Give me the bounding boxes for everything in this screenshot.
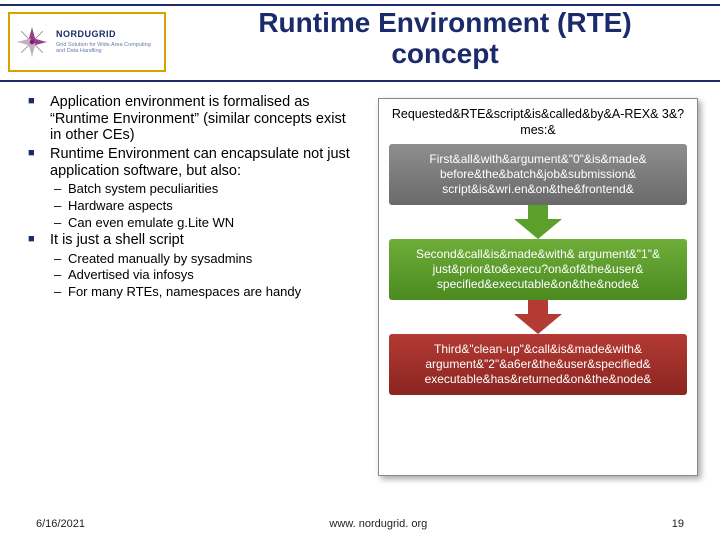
- title-line-1: Runtime Environment (RTE): [258, 7, 631, 38]
- diagram-caption: Requested&RTE&script&is&called&by&A-REX&…: [389, 107, 687, 138]
- bullet-3-sub-3: For many RTEs, namespaces are handy: [50, 284, 360, 300]
- bullet-2-sub-2: Hardware aspects: [50, 198, 360, 214]
- bullet-1: Application environment is formalised as…: [28, 94, 360, 144]
- title-line-2: concept: [391, 38, 498, 69]
- diagram-box-3: Third&"clean-up"&call&is&made&with& argu…: [389, 334, 687, 395]
- bullet-2-sub-1: Batch system peculiarities: [50, 181, 360, 197]
- bullet-2-sub-3: Can even emulate g.Lite WN: [50, 215, 360, 231]
- bullet-2-text: Runtime Environment can encapsulate not …: [50, 146, 350, 179]
- arrow-down-icon: [389, 205, 687, 239]
- bullet-2: Runtime Environment can encapsulate not …: [28, 146, 360, 230]
- logo-brand: NORDUGRID: [56, 30, 160, 39]
- slide-footer: 6/16/2021 www. nordugrid. org 19: [0, 518, 720, 530]
- bullet-3-text: It is just a shell script: [50, 232, 184, 248]
- body-text: Application environment is formalised as…: [28, 94, 360, 302]
- slide-title: Runtime Environment (RTE) concept: [180, 8, 710, 70]
- logo-text: NORDUGRID Grid Solution for Wide Area Co…: [56, 30, 160, 54]
- logo: NORDUGRID Grid Solution for Wide Area Co…: [8, 12, 166, 72]
- bullet-3-sub-2: Advertised via infosys: [50, 267, 360, 283]
- logo-tagline: Grid Solution for Wide Area Computing an…: [56, 42, 160, 54]
- diagram-box-1: First&all&with&argument&"0"&is&made& bef…: [389, 144, 687, 205]
- logo-star-icon: [14, 24, 50, 60]
- footer-page: 19: [672, 518, 684, 530]
- bullet-3-sub-1: Created manually by sysadmins: [50, 251, 360, 267]
- arrow-down-icon: [389, 300, 687, 334]
- footer-url: www. nordugrid. org: [329, 518, 427, 530]
- diagram-box-2: Second&call&is&made&with& argument&"1"& …: [389, 239, 687, 300]
- rte-diagram: Requested&RTE&script&is&called&by&A-REX&…: [378, 98, 698, 476]
- footer-date: 6/16/2021: [36, 518, 85, 530]
- bullet-3: It is just a shell script Created manual…: [28, 232, 360, 299]
